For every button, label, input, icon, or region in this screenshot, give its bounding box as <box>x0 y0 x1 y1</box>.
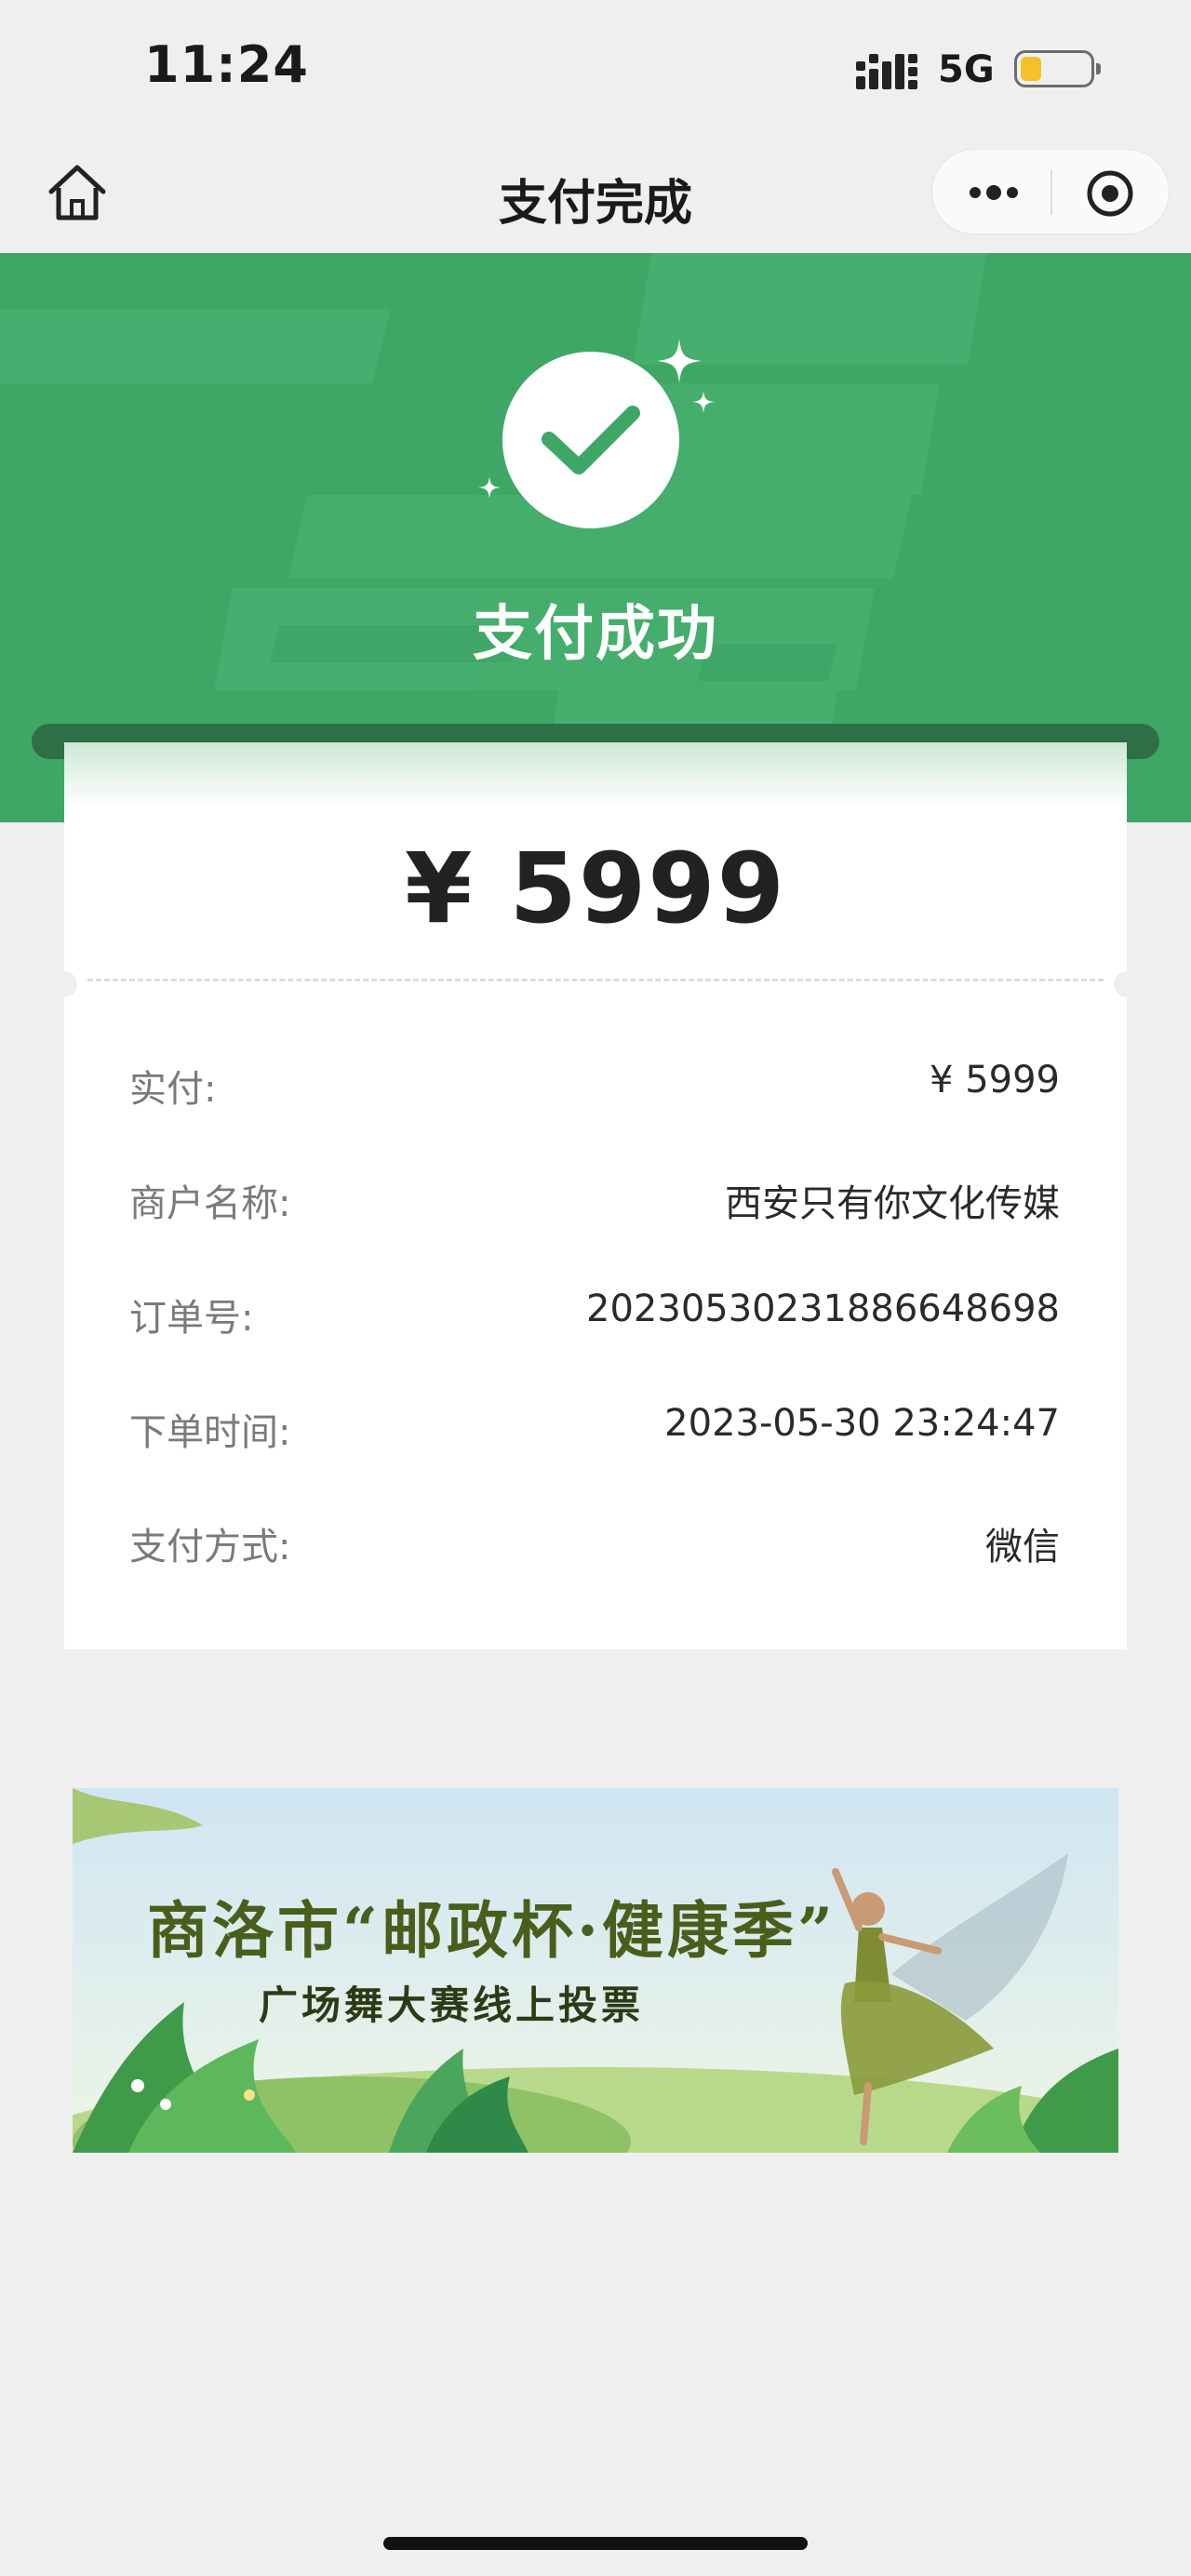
dashed-divider <box>87 979 1104 981</box>
receipt-shade <box>64 742 1127 808</box>
sparkle-icon <box>657 339 702 383</box>
home-indicator[interactable] <box>383 2537 808 2550</box>
sparkle-icon <box>478 476 501 499</box>
mini-program-capsule <box>931 149 1170 234</box>
sparkle-icon <box>692 391 715 413</box>
battery-level <box>1021 57 1041 81</box>
promo-banner[interactable]: 商洛市“邮政杯·健康季” 广场舞大赛线上投票 <box>73 1788 1118 2153</box>
network-type: 5G <box>938 48 995 91</box>
detail-label: 下单时间: <box>129 1411 291 1454</box>
detail-label: 商户名称: <box>129 1182 291 1225</box>
detail-row-merchant: 商户名称: 西安只有你文化传媒 <box>129 1173 1060 1229</box>
detail-label: 支付方式: <box>129 1526 291 1568</box>
banner-illustration <box>73 1788 1118 2153</box>
detail-row-payment-method: 支付方式: 微信 <box>129 1516 1060 1572</box>
detail-value: ¥ 5999 <box>930 1059 1060 1101</box>
signal-icon <box>856 54 917 89</box>
capsule-divider <box>1050 170 1052 215</box>
checkmark-icon <box>542 406 640 474</box>
status-time: 11:24 <box>144 35 309 94</box>
target-icon[interactable] <box>1085 168 1135 219</box>
success-title: 支付成功 <box>473 600 718 669</box>
receipt-notch-left <box>51 971 77 997</box>
detail-value: 2023053023188664869­8 <box>586 1288 1060 1330</box>
detail-row-paid: 实付: ¥ 5999 <box>129 1059 1060 1114</box>
banner-title: 商洛市“邮政杯·健康季” <box>147 1894 836 1967</box>
receipt-scalloped-edge <box>64 1629 1127 1638</box>
detail-value: 2023-05-30 23:24:47 <box>664 1402 1060 1445</box>
success-badge <box>502 352 679 528</box>
detail-row-order-time: 下单时间: 2023-05-30 23:24:47 <box>129 1402 1060 1458</box>
banner-subtitle: 广场舞大赛线上投票 <box>259 1982 645 2028</box>
detail-value: 西安只有你文化传媒 <box>725 1182 1060 1225</box>
detail-value: 微信 <box>985 1526 1060 1568</box>
receipt-card: ¥ 5999 实付: ¥ 5999 商户名称: 西安只有你文化传媒 订单号: 2… <box>64 742 1127 1649</box>
more-icon[interactable] <box>966 178 1022 207</box>
detail-row-order-number: 订单号: 2023053023188664869­8 <box>129 1288 1060 1343</box>
receipt-notch-right <box>1114 971 1140 997</box>
payment-amount: ¥ 5999 <box>404 832 787 945</box>
detail-label: 订单号: <box>129 1297 254 1340</box>
status-bar: 11:24 5G <box>0 0 1191 140</box>
detail-label: 实付: <box>129 1068 217 1111</box>
battery-icon <box>1014 50 1101 87</box>
